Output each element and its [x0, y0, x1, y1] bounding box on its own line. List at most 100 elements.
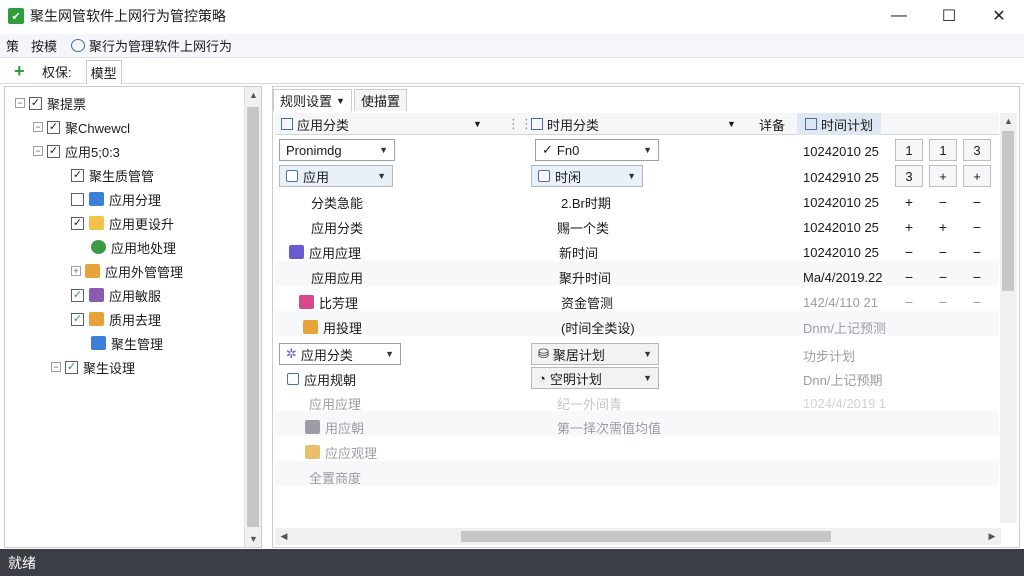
remove-icon[interactable]: − [929, 292, 957, 312]
collapse-icon[interactable]: − [33, 146, 43, 156]
scroll-thumb[interactable] [1002, 131, 1014, 291]
category-icon [281, 118, 293, 130]
remove-icon[interactable]: − [963, 192, 991, 212]
header-app-category[interactable]: 应用分类 [281, 113, 349, 135]
app-category-dropdown[interactable]: 应用 ▼ [279, 165, 393, 187]
checkbox-checked[interactable]: ✓ [47, 144, 60, 158]
menu-item-model[interactable]: 按模 [25, 36, 63, 55]
time-plan-value: Dnn/上记预期 [803, 372, 883, 388]
app-category-dropdown[interactable]: ✲ 应用分类 ▼ [279, 343, 401, 365]
add-icon[interactable]: + [895, 192, 923, 212]
tree-scrollbar[interactable]: ▲ ▼ [244, 87, 261, 547]
grid-button[interactable]: 1 [895, 139, 923, 161]
sort-icon[interactable]: ▼ [473, 113, 482, 135]
add-icon[interactable]: + [14, 61, 28, 82]
close-button[interactable]: ✕ [974, 0, 1024, 32]
tab-rule-settings[interactable]: 规则设置 ▼ [273, 89, 352, 111]
grid-button[interactable]: 3 [963, 139, 991, 161]
sort-icon[interactable]: ▼ [727, 113, 736, 135]
header-time-plan[interactable]: 时间计划 [797, 113, 882, 135]
monitor-icon [91, 336, 106, 350]
scroll-left-icon[interactable]: ◀ [277, 528, 291, 544]
grid-button[interactable]: + [963, 165, 991, 187]
checkbox-checked[interactable]: ✓ [71, 288, 84, 302]
add-icon[interactable]: + [895, 217, 923, 237]
app-cell: 应用应理 [309, 396, 362, 412]
star-icon: ✲ [286, 346, 297, 361]
checkbox-checked[interactable]: ✓ [47, 120, 60, 134]
remove-icon[interactable]: − [929, 192, 957, 212]
menu-item-policy[interactable]: 策 [0, 36, 25, 55]
grid-button[interactable]: 1 [929, 139, 957, 161]
time-category-dropdown[interactable]: ✓ Fn0 ▼ [535, 139, 659, 161]
checkbox-checked[interactable]: ✓ [71, 312, 84, 326]
app-category-icon [89, 192, 104, 206]
tree-node[interactable]: − ✓ 聚Chwewcl [33, 117, 130, 137]
collapse-icon[interactable]: − [51, 362, 61, 372]
tree-node[interactable]: ✓ 应用更设升 [71, 213, 174, 233]
tree-label: 聚生质管管 [89, 168, 155, 184]
minimize-button[interactable]: — [874, 0, 924, 32]
tree-node[interactable]: − ✓ 应用5;0:3 [33, 141, 120, 161]
toolbar-tab-permission[interactable]: 权保: [38, 60, 76, 83]
checkbox-checked[interactable]: ✓ [71, 168, 84, 182]
remove-icon[interactable]: − [963, 217, 991, 237]
tree-label: 聚生设理 [83, 360, 136, 376]
scroll-right-icon[interactable]: ▶ [985, 528, 999, 544]
time-category-dropdown[interactable]: ◔ 空明计划 ▼ [531, 367, 659, 389]
status-text: 就绪 [8, 554, 36, 571]
time-category-dropdown[interactable]: 时闲 ▼ [531, 165, 643, 187]
tree-node[interactable]: − ✓ 聚生设理 [51, 357, 135, 377]
rules-vertical-scrollbar[interactable]: ▲ [1000, 113, 1017, 523]
tree-node[interactable]: ✓ 聚生质管管 [71, 165, 154, 185]
tree-node[interactable]: + 应用外管管理 [71, 261, 183, 281]
remove-icon[interactable]: − [895, 292, 923, 312]
checkbox-unchecked[interactable] [71, 192, 84, 206]
scroll-down-icon[interactable]: ▼ [245, 531, 262, 547]
remove-icon[interactable]: − [963, 292, 991, 312]
remove-icon[interactable]: − [929, 242, 957, 262]
tree-label: 应用地处理 [111, 240, 177, 256]
remove-icon[interactable]: − [929, 267, 957, 287]
remove-icon[interactable]: − [895, 242, 923, 262]
time-category-dropdown[interactable]: ⛁ 聚居计划 ▼ [531, 343, 659, 365]
tree-node[interactable]: 应用地处理 [91, 237, 176, 257]
maximize-button[interactable]: ☐ [924, 0, 974, 32]
checkbox-checked[interactable]: ✓ [65, 360, 78, 374]
scroll-up-icon[interactable]: ▲ [1000, 113, 1017, 129]
menu-item-behavior[interactable]: 聚行为管理软件上网行为 [71, 36, 232, 55]
expand-icon[interactable]: + [71, 266, 81, 276]
time-plan-value: 1024/4/2019 1 [803, 395, 887, 411]
scroll-thumb[interactable] [247, 107, 259, 527]
add-icon[interactable]: + [929, 217, 957, 237]
tree-node[interactable]: ✓ 质用去理 [71, 309, 161, 329]
time-plan-value: 142/4/110 21 [803, 294, 878, 310]
tree-node-root[interactable]: − ✓ 聚提票 [15, 93, 86, 113]
scroll-up-icon[interactable]: ▲ [245, 87, 262, 103]
toolbar-tab-model[interactable]: 模型 [85, 59, 122, 84]
remove-icon[interactable]: − [963, 267, 991, 287]
collapse-icon[interactable]: − [15, 98, 25, 108]
time-plan-value: 10242010 25 [803, 143, 879, 159]
scroll-thumb[interactable] [461, 531, 831, 542]
remove-icon[interactable]: − [963, 242, 991, 262]
calendar-icon [538, 170, 550, 182]
header-detail[interactable]: 详备 [759, 113, 785, 135]
app-category-dropdown[interactable]: Pronimdg ▼ [279, 139, 395, 161]
checkbox-checked[interactable]: ✓ [71, 216, 84, 230]
remove-icon[interactable]: − [895, 267, 923, 287]
grid-button[interactable]: 3 [895, 165, 923, 187]
tree-node[interactable]: ✓ 应用敏服 [71, 285, 161, 305]
checkbox-checked[interactable]: ✓ [29, 96, 42, 110]
rules-horizontal-scrollbar[interactable]: ◀ ▶ [275, 528, 1001, 545]
tree-label: 聚生管理 [111, 336, 164, 352]
grid-button[interactable]: + [929, 165, 957, 187]
time-plan-value: 功步计划 [803, 348, 856, 364]
tab-other[interactable]: 使描置 [353, 89, 407, 111]
tree-node[interactable]: 应用分理 [71, 189, 161, 209]
row-stripe [275, 311, 999, 336]
header-time-category[interactable]: 时用分类 [531, 113, 599, 135]
collapse-icon[interactable]: − [33, 122, 43, 132]
window-title: 聚生网管软件上网行为管控策略 [30, 8, 226, 24]
tree-node[interactable]: 聚生管理 [91, 333, 163, 353]
